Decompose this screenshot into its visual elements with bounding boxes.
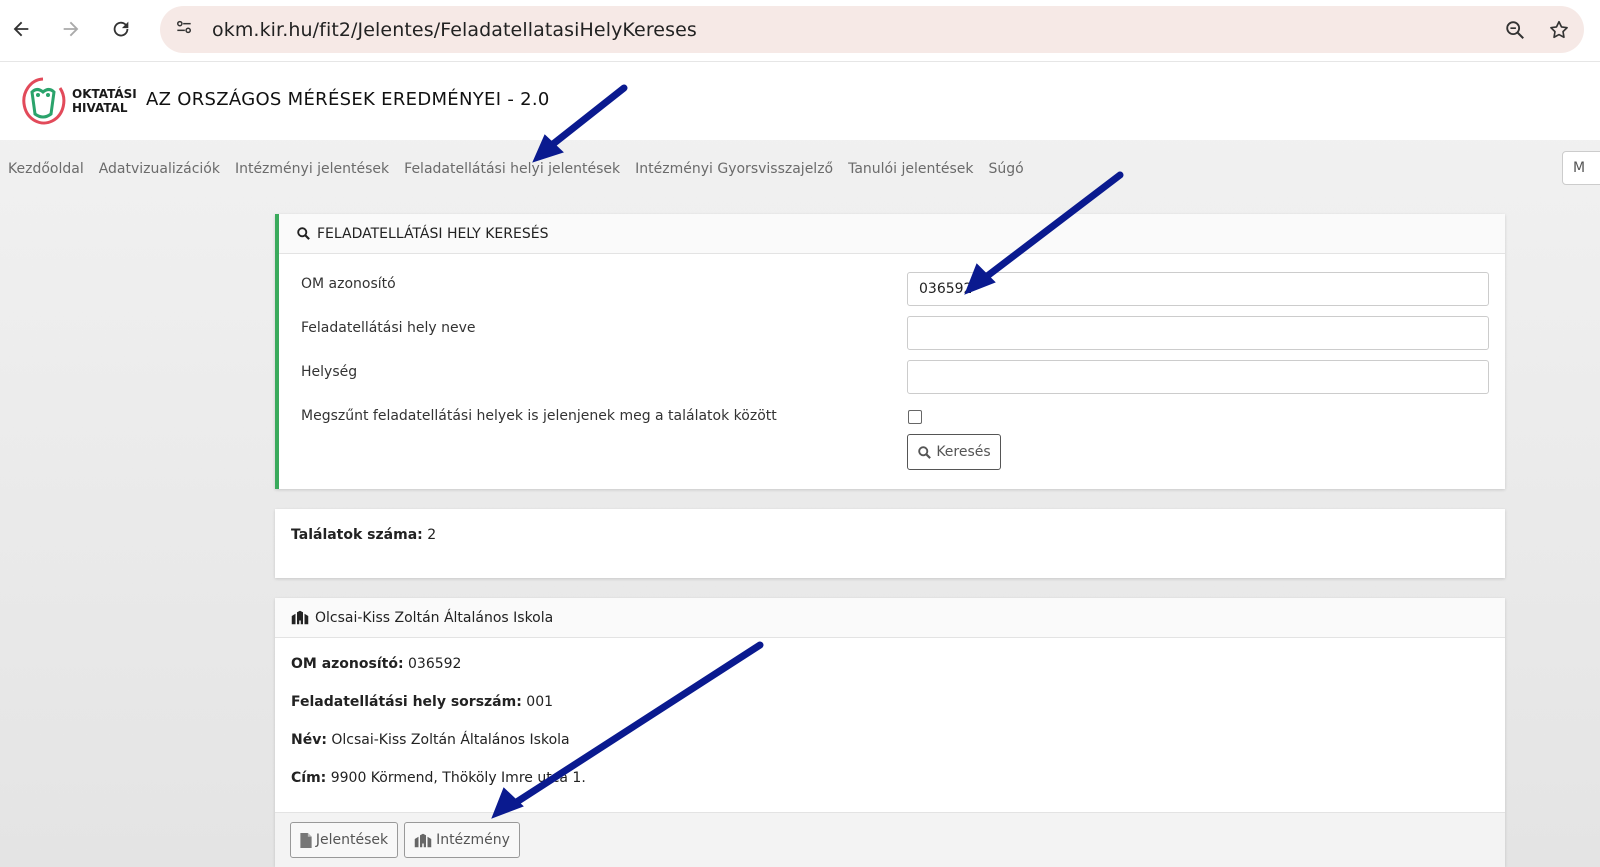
results-count-value: 2 (427, 527, 437, 543)
results-count: Találatok száma: 2 (291, 527, 436, 543)
bookmark-star-icon[interactable] (1548, 19, 1570, 41)
nav-student-reports[interactable]: Tanulói jelentések (848, 161, 973, 177)
main-nav: Kezdőoldal Adatvizualizációk Intézményi … (0, 140, 1600, 198)
result-om: OM azonosító: 036592 (291, 656, 461, 672)
nav-quick-feedback[interactable]: Intézményi Gyorsvisszajelző (635, 161, 833, 177)
institution-button[interactable]: Intézmény (404, 822, 520, 858)
result-seq: Feladatellátási hely sorszám: 001 (291, 694, 553, 710)
result-card: Olcsai-Kiss Zoltán Általános Iskola OM a… (275, 598, 1505, 867)
result-seq-value: 001 (526, 694, 554, 710)
site-header: OKTATÁSI HIVATAL AZ ORSZÁGOS MÉRÉSEK ERE… (0, 62, 1600, 140)
result-address: Cím: 9900 Körmend, Thököly Imre utca 1. (291, 770, 586, 786)
arrow-left-icon (13, 21, 29, 37)
result-title: Olcsai-Kiss Zoltán Általános Iskola (315, 609, 554, 626)
om-input[interactable]: 036592 (907, 272, 1489, 306)
search-card: FELADATELLÁTÁSI HELY KERESÉS OM azonosít… (275, 214, 1505, 489)
forward-button[interactable] (56, 14, 86, 44)
org-line2: HIVATAL (72, 101, 128, 115)
zoom-icon[interactable] (1504, 19, 1526, 41)
results-count-card: Találatok száma: 2 (275, 509, 1505, 578)
search-card-title: FELADATELLÁTÁSI HELY KERESÉS (317, 225, 549, 242)
institution-button-label: Intézmény (436, 832, 510, 848)
nav-help[interactable]: Súgó (988, 161, 1023, 177)
result-om-label: OM azonosító: (291, 656, 404, 672)
reload-button[interactable] (106, 14, 136, 44)
closed-sites-checkbox[interactable] (908, 410, 922, 424)
nav-institution-reports[interactable]: Intézményi jelentések (235, 161, 389, 177)
site-name-label: Feladatellátási hely neve (301, 320, 476, 336)
result-card-header: Olcsai-Kiss Zoltán Általános Iskola (275, 598, 1505, 638)
result-seq-label: Feladatellátási hely sorszám: (291, 694, 522, 710)
nav-home[interactable]: Kezdőoldal (8, 161, 84, 177)
search-icon (918, 445, 932, 459)
result-name-label: Név: (291, 732, 327, 748)
city-label: Helység (301, 364, 358, 380)
address-bar[interactable]: okm.kir.hu/fit2/Jelentes/Feladatellatasi… (160, 6, 1584, 53)
browser-toolbar: okm.kir.hu/fit2/Jelentes/Feladatellatasi… (0, 0, 1600, 62)
closed-sites-label: Megszűnt feladatellátási helyek is jelen… (301, 408, 777, 424)
nav-right-button[interactable]: M (1562, 151, 1600, 185)
results-count-label: Találatok száma: (291, 527, 423, 543)
search-card-header: FELADATELLÁTÁSI HELY KERESÉS (279, 214, 1505, 254)
institution-icon (414, 833, 432, 847)
org-line1: OKTATÁSI (72, 87, 137, 101)
site-title: AZ ORSZÁGOS MÉRÉSEK EREDMÉNYEI - 2.0 (146, 89, 550, 110)
site-settings-icon[interactable] (174, 17, 194, 42)
reload-icon (113, 21, 129, 37)
search-icon (297, 227, 310, 240)
owl-logo-icon (22, 77, 66, 125)
om-label: OM azonosító (301, 276, 396, 292)
result-address-label: Cím: (291, 770, 327, 786)
arrow-right-icon (63, 21, 79, 37)
city-input[interactable] (907, 360, 1489, 394)
nav-data-visualizations[interactable]: Adatvizualizációk (99, 161, 220, 177)
institution-icon (291, 610, 309, 625)
result-om-value: 036592 (408, 656, 462, 672)
search-button[interactable]: Keresés (907, 434, 1001, 470)
org-name: OKTATÁSI HIVATAL (72, 87, 137, 115)
site-name-input[interactable] (907, 316, 1489, 350)
nav-site-reports[interactable]: Feladatellátási helyi jelentések (404, 161, 620, 177)
result-name: Név: Olcsai-Kiss Zoltán Általános Iskola (291, 732, 570, 748)
reports-button[interactable]: Jelentések (290, 822, 398, 858)
search-button-label: Keresés (936, 444, 991, 460)
file-pdf-icon (300, 832, 312, 848)
result-address-value: 9900 Körmend, Thököly Imre utca 1. (330, 770, 586, 786)
reports-button-label: Jelentések (315, 832, 389, 848)
result-card-footer: Jelentések Intézmény (275, 812, 1505, 867)
url-text[interactable]: okm.kir.hu/fit2/Jelentes/Feladatellatasi… (212, 19, 697, 41)
back-button[interactable] (6, 14, 36, 44)
logo[interactable]: OKTATÁSI HIVATAL (20, 76, 137, 126)
result-name-value: Olcsai-Kiss Zoltán Általános Iskola (331, 732, 570, 748)
